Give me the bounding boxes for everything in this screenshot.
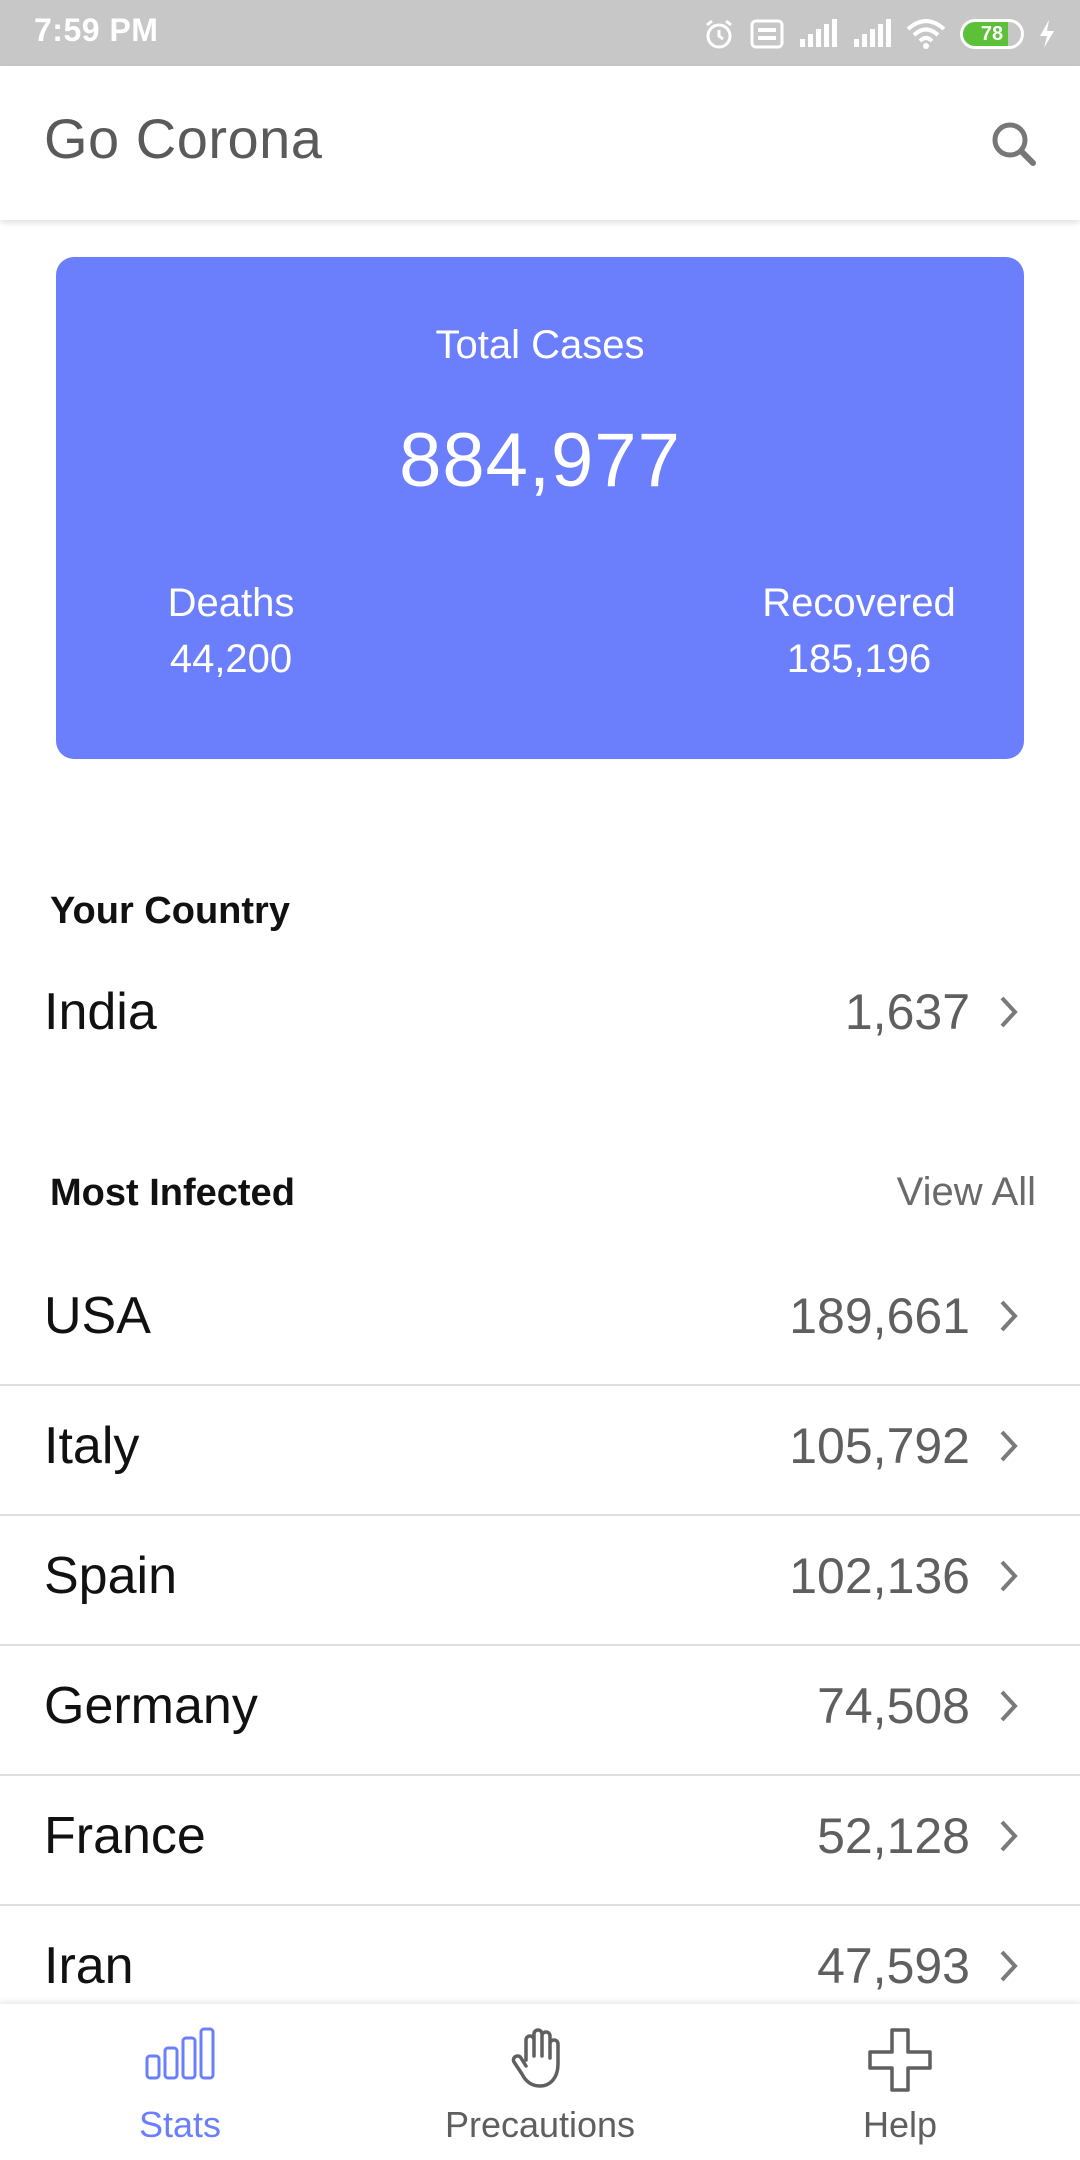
status-time: 7:59 PM (34, 12, 159, 48)
recovered-label: Recovered (762, 581, 956, 625)
chevron-right-icon (1000, 1430, 1018, 1462)
deaths-stat: Deaths 44,200 (106, 575, 356, 687)
status-icons: 78 (702, 14, 1056, 54)
list-item[interactable]: France 52,128 (0, 1772, 1080, 1900)
search-icon (992, 122, 1036, 166)
list-item[interactable]: USA 189,661 (0, 1252, 1080, 1380)
chevron-right-icon (1000, 1560, 1018, 1592)
nav-label-precautions: Precautions (444, 2104, 636, 2145)
total-cases-label: Total Cases (435, 323, 645, 367)
alarm-icon (706, 19, 732, 49)
charging-icon (1040, 20, 1054, 48)
status-bar: 7:59 PM 78 (0, 0, 1080, 66)
volte-icon (750, 19, 784, 49)
app-bar: Go Corona (0, 66, 1080, 220)
chevron-right-icon (1000, 1950, 1018, 1982)
your-country-heading: Your Country (50, 890, 290, 932)
chevron-right-icon (1000, 1300, 1018, 1332)
deaths-value: 44,200 (169, 637, 293, 681)
country-count: 102,136 (789, 1548, 970, 1604)
list-item[interactable]: Italy 105,792 (0, 1382, 1080, 1510)
list-item[interactable]: Germany 74,508 (0, 1642, 1080, 1770)
country-count: 105,792 (789, 1418, 970, 1474)
country-name: USA (44, 1287, 151, 1345)
nav-label-help: Help (862, 2104, 938, 2145)
summary-card: Total Cases 884,977 Deaths 44,200 Recove… (56, 257, 1024, 759)
country-name: Germany (44, 1677, 258, 1735)
country-name: India (44, 983, 157, 1041)
nav-item-help[interactable]: Help (720, 2004, 1080, 2160)
recovered-value: 185,196 (786, 637, 932, 681)
nav-item-precautions[interactable]: Precautions (360, 2004, 720, 2160)
nav-label-stats: Stats (138, 2104, 222, 2145)
wifi-icon (906, 19, 946, 49)
country-count: 52,128 (817, 1808, 970, 1864)
bottom-navigation: Stats Precautions Help (0, 2004, 1080, 2160)
signal-icon (800, 19, 837, 47)
search-button[interactable] (984, 114, 1044, 174)
app-title: Go Corona (44, 107, 323, 170)
list-item[interactable]: Spain 102,136 (0, 1512, 1080, 1640)
total-cases-value: 884,977 (399, 418, 681, 503)
chevron-right-icon (1000, 1820, 1018, 1852)
deaths-label: Deaths (167, 581, 295, 625)
nav-item-stats[interactable]: Stats (0, 2004, 360, 2160)
country-name: Spain (44, 1547, 177, 1605)
view-all-link[interactable]: View All (897, 1170, 1036, 1215)
battery-icon: 78 (960, 19, 1024, 49)
plus-icon (868, 2028, 932, 2092)
signal-icon (854, 19, 891, 47)
your-country-row[interactable]: India 1,637 (0, 948, 1080, 1076)
country-name: Italy (44, 1417, 140, 1475)
most-infected-heading: Most Infected (50, 1172, 295, 1214)
battery-level: 78 (980, 23, 1004, 45)
country-count: 1,637 (844, 984, 970, 1040)
country-count: 74,508 (817, 1678, 970, 1734)
chevron-right-icon (1000, 1690, 1018, 1722)
bar-chart-icon (145, 2027, 215, 2080)
recovered-stat: Recovered 185,196 (744, 575, 974, 687)
country-name: France (44, 1807, 206, 1865)
country-count: 189,661 (789, 1288, 970, 1344)
hand-icon (511, 2028, 560, 2088)
chevron-right-icon (1000, 996, 1018, 1028)
